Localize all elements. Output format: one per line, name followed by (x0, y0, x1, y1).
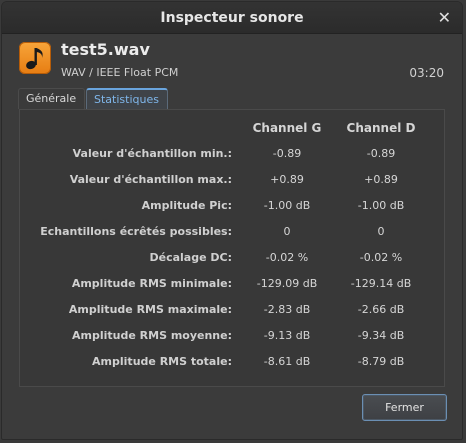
stat-label: Décalage DC: (149, 251, 233, 264)
stat-value-left: -129.09 dB (256, 277, 318, 290)
stat-value-left: -9.13 dB (263, 329, 311, 342)
stat-row-peak: Amplitude Pic: -1.00 dB -1.00 dB (20, 195, 444, 221)
stat-row-rms-min: Amplitude RMS minimale: -129.09 dB -129.… (20, 273, 444, 299)
stat-value-right: +0.89 (364, 173, 398, 186)
stat-row-min: Valeur d'échantillon min.: -0.89 -0.89 (20, 143, 444, 169)
stat-value-right: -2.66 dB (357, 303, 405, 316)
stat-row-rms-total: Amplitude RMS totale: -8.61 dB -8.79 dB (20, 351, 444, 377)
stat-value-right: -8.79 dB (357, 355, 405, 368)
stat-label: Amplitude RMS moyenne: (72, 329, 232, 342)
stat-label: Amplitude RMS totale: (92, 355, 232, 368)
stat-value-left: 0 (283, 225, 291, 238)
stat-row-dc-offset: Décalage DC: -0.02 % -0.02 % (20, 247, 444, 273)
stat-value-left: -2.83 dB (263, 303, 311, 316)
stat-row-clipped: Echantillons écrêtés possibles: 0 0 (20, 221, 444, 247)
file-duration: 03:20 (409, 66, 444, 80)
music-note-icon (19, 42, 51, 74)
stat-value-left: -0.89 (272, 147, 302, 160)
close-button[interactable]: Fermer (362, 394, 447, 421)
title-bar[interactable]: Inspecteur sonore ✕ (2, 2, 462, 34)
statistics-panel: Channel G Channel D Valeur d'échantillon… (19, 109, 445, 387)
stat-row-rms-max: Amplitude RMS maximale: -2.83 dB -2.66 d… (20, 299, 444, 325)
stat-label: Echantillons écrêtés possibles: (40, 225, 232, 238)
stat-label: Amplitude Pic: (141, 199, 232, 212)
stat-value-right: -1.00 dB (357, 199, 405, 212)
close-icon[interactable]: ✕ (438, 8, 451, 27)
stat-value-right: -0.89 (366, 147, 396, 160)
stat-label: Valeur d'échantillon min.: (72, 147, 232, 160)
stat-label: Amplitude RMS minimale: (71, 277, 232, 290)
column-header-right: Channel D (346, 121, 416, 135)
stat-value-right: -9.34 dB (357, 329, 405, 342)
column-header-left: Channel G (252, 121, 322, 135)
sound-inspector-window: Inspecteur sonore ✕ test5.wav WAV / IEEE… (1, 1, 463, 440)
stat-value-right: -129.14 dB (350, 277, 412, 290)
stat-label: Valeur d'échantillon max.: (69, 173, 232, 186)
stat-value-right: 0 (377, 225, 385, 238)
stat-value-left: -0.02 % (265, 251, 309, 264)
stat-row-max: Valeur d'échantillon max.: +0.89 +0.89 (20, 169, 444, 195)
file-format: WAV / IEEE Float PCM (61, 66, 179, 79)
stat-value-left: -8.61 dB (263, 355, 311, 368)
window-title: Inspecteur sonore (160, 10, 304, 26)
tab-general[interactable]: Générale (18, 88, 85, 109)
stat-label: Amplitude RMS maximale: (68, 303, 232, 316)
stat-value-left: +0.89 (270, 173, 304, 186)
tab-statistics[interactable]: Statistiques (86, 88, 168, 109)
stat-value-right: -0.02 % (359, 251, 403, 264)
file-name: test5.wav (61, 40, 150, 59)
stat-row-rms-mean: Amplitude RMS moyenne: -9.13 dB -9.34 dB (20, 325, 444, 351)
stat-value-left: -1.00 dB (263, 199, 311, 212)
